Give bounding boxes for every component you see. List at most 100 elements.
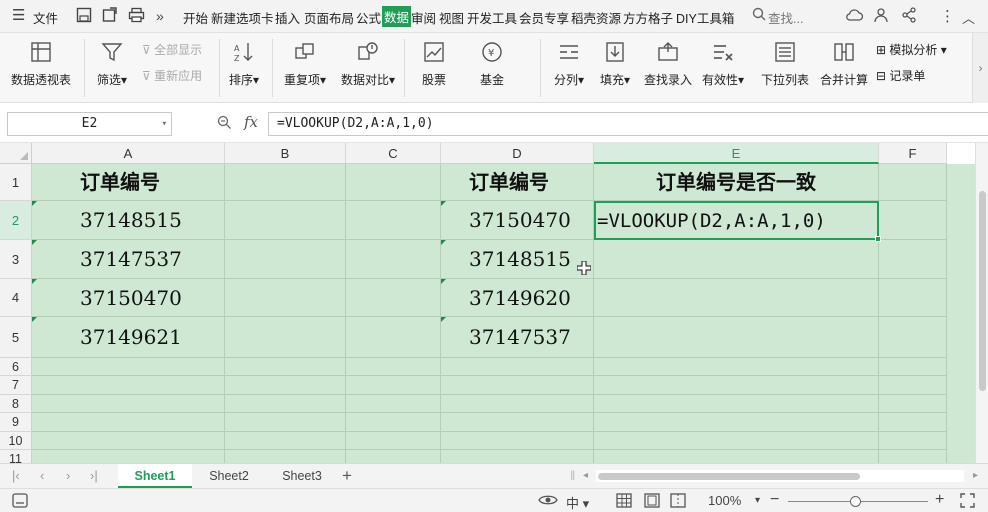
fill-handle[interactable] bbox=[875, 236, 881, 242]
lookup-entry-button[interactable]: 查找录入 bbox=[641, 33, 695, 88]
cell-C6[interactable] bbox=[346, 358, 441, 376]
cell-F6[interactable] bbox=[879, 358, 947, 376]
save-icon[interactable] bbox=[76, 7, 92, 27]
tab-review[interactable]: 审阅 bbox=[411, 8, 436, 27]
eye-protection-icon[interactable] bbox=[538, 493, 558, 510]
cell-E4[interactable] bbox=[594, 279, 879, 317]
column-header-C[interactable]: C bbox=[346, 143, 441, 164]
function-icon[interactable]: fx bbox=[244, 113, 258, 131]
cell-C10[interactable] bbox=[346, 432, 441, 450]
tab-page-layout[interactable]: 页面布局 bbox=[304, 8, 354, 27]
tab-new[interactable]: 新建选项卡 bbox=[211, 8, 274, 27]
cell-B6[interactable] bbox=[225, 358, 346, 376]
zoom-slider-thumb[interactable] bbox=[850, 496, 861, 507]
cell-D2[interactable]: 37150470 bbox=[441, 201, 594, 240]
cell-B1[interactable] bbox=[225, 164, 346, 201]
cell-E5[interactable] bbox=[594, 317, 879, 358]
zoom-out-icon[interactable]: − bbox=[770, 491, 779, 509]
cell-C2[interactable] bbox=[346, 201, 441, 240]
cell-F5[interactable] bbox=[879, 317, 947, 358]
cell-E10[interactable] bbox=[594, 432, 879, 450]
row-header-5[interactable]: 5 bbox=[0, 317, 32, 358]
tab-data[interactable]: 数据 bbox=[382, 6, 412, 27]
record-form-button[interactable]: ⊟ 记录单 bbox=[876, 67, 925, 84]
row-header-8[interactable]: 8 bbox=[0, 395, 32, 413]
tab-diy[interactable]: DIY工具箱 bbox=[676, 8, 734, 27]
hamburger-menu-icon[interactable]: ☰ bbox=[12, 6, 25, 24]
tab-formula[interactable]: 公式 bbox=[356, 8, 381, 27]
compare-button[interactable]: 数据对比▾ bbox=[337, 33, 399, 88]
next-sheet-icon[interactable]: › bbox=[66, 468, 70, 483]
cell-A11[interactable] bbox=[32, 450, 225, 463]
cell-F10[interactable] bbox=[879, 432, 947, 450]
page-layout-view-icon[interactable] bbox=[644, 493, 660, 511]
column-header-B[interactable]: B bbox=[225, 143, 346, 164]
cell-D7[interactable] bbox=[441, 376, 594, 395]
zoom-dropdown-icon[interactable]: ▾ bbox=[755, 495, 760, 506]
column-header-A[interactable]: A bbox=[32, 143, 225, 164]
cell-D6[interactable] bbox=[441, 358, 594, 376]
user-icon[interactable] bbox=[873, 7, 889, 27]
cell-D4[interactable]: 37149620 bbox=[441, 279, 594, 317]
cell-A9[interactable] bbox=[32, 413, 225, 432]
cell-C3[interactable] bbox=[346, 240, 441, 279]
duplicates-button[interactable]: 重复项▾ bbox=[280, 33, 330, 88]
tab-insert[interactable]: 插入 bbox=[275, 8, 300, 27]
cell-A4[interactable]: 37150470 bbox=[32, 279, 225, 317]
cell-B2[interactable] bbox=[225, 201, 346, 240]
cell-B4[interactable] bbox=[225, 279, 346, 317]
cell-C11[interactable] bbox=[346, 450, 441, 463]
cell-D3[interactable]: 37148515 bbox=[441, 240, 594, 279]
column-header-E[interactable]: E bbox=[594, 143, 879, 164]
cell-D1[interactable]: 订单编号 bbox=[441, 164, 594, 201]
page-break-view-icon[interactable] bbox=[670, 493, 686, 511]
validity-button[interactable]: 有效性▾ bbox=[701, 33, 745, 88]
cell-C9[interactable] bbox=[346, 413, 441, 432]
cell-E7[interactable] bbox=[594, 376, 879, 395]
focus-mode-icon[interactable]: 中 ▾ bbox=[566, 493, 589, 512]
row-header-6[interactable]: 6 bbox=[0, 358, 32, 376]
cell-A6[interactable] bbox=[32, 358, 225, 376]
tab-member[interactable]: 会员专享 bbox=[519, 8, 569, 27]
cell-B10[interactable] bbox=[225, 432, 346, 450]
tab-sheet3[interactable]: Sheet3 bbox=[266, 464, 338, 488]
consolidate-button[interactable]: 合并计算 bbox=[816, 33, 872, 88]
ribbon-scroll-right-icon[interactable]: › bbox=[972, 33, 988, 103]
cell-B7[interactable] bbox=[225, 376, 346, 395]
cell-B9[interactable] bbox=[225, 413, 346, 432]
select-all-corner[interactable] bbox=[0, 143, 32, 164]
cell-A3[interactable]: 37147537 bbox=[32, 240, 225, 279]
cell-D8[interactable] bbox=[441, 395, 594, 413]
name-box[interactable]: E2 ▾ bbox=[7, 112, 172, 136]
cell-A10[interactable] bbox=[32, 432, 225, 450]
scroll-left-icon[interactable]: ◂ bbox=[583, 470, 588, 481]
tab-view[interactable]: 视图 bbox=[439, 8, 464, 27]
cell-A5[interactable]: 37149621 bbox=[32, 317, 225, 358]
dropdown-list-button[interactable]: 下拉列表 bbox=[757, 33, 813, 88]
reapply-button[interactable]: ⊽ 重新应用 bbox=[142, 67, 202, 84]
tab-developer[interactable]: 开发工具 bbox=[467, 8, 517, 27]
tab-sheet1[interactable]: Sheet1 bbox=[118, 464, 192, 488]
filter-button[interactable]: 筛选▾ bbox=[92, 33, 132, 88]
cell-A8[interactable] bbox=[32, 395, 225, 413]
zoom-search-icon[interactable] bbox=[217, 115, 232, 133]
cell-C8[interactable] bbox=[346, 395, 441, 413]
tab-docer[interactable]: 稻壳资源 bbox=[571, 8, 621, 27]
row-header-9[interactable]: 9 bbox=[0, 413, 32, 432]
column-header-F[interactable]: F bbox=[879, 143, 947, 164]
pivot-table-button[interactable]: 数据透视表 bbox=[6, 33, 76, 88]
show-all-button[interactable]: ⊽ 全部显示 bbox=[142, 41, 202, 58]
normal-view-icon[interactable] bbox=[616, 493, 632, 511]
name-box-dropdown-icon[interactable]: ▾ bbox=[162, 113, 167, 135]
scroll-right-icon[interactable]: ▸ bbox=[973, 470, 978, 481]
fullscreen-icon[interactable] bbox=[960, 493, 975, 511]
cell-A7[interactable] bbox=[32, 376, 225, 395]
cell-B8[interactable] bbox=[225, 395, 346, 413]
cell-F3[interactable] bbox=[879, 240, 947, 279]
cell-D5[interactable]: 37147537 bbox=[441, 317, 594, 358]
formula-input[interactable]: =VLOOKUP(D2,A:A,1,0) bbox=[268, 112, 988, 136]
more-options-icon[interactable]: ⋮ bbox=[940, 7, 955, 25]
sort-button[interactable]: AZ 排序▾ bbox=[225, 33, 263, 88]
horizontal-scroll-thumb[interactable] bbox=[598, 473, 860, 480]
print-icon[interactable] bbox=[128, 7, 145, 27]
